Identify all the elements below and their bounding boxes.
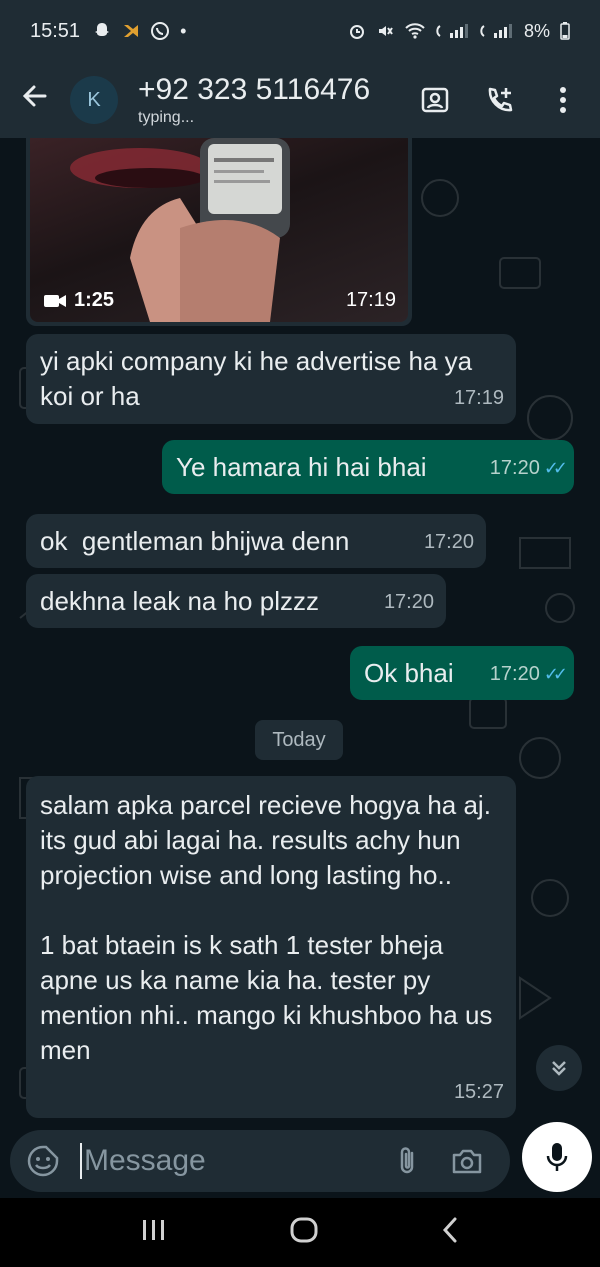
contact-name: +92 323 5116476 [138, 73, 371, 106]
home-button[interactable] [289, 1216, 319, 1249]
scroll-to-bottom-button[interactable] [536, 1045, 582, 1091]
status-bar: 15:51 • 8% [0, 0, 600, 62]
message-time: 17:20 [423, 531, 474, 553]
snapchat-icon [95, 23, 110, 36]
wifi-icon [405, 23, 425, 39]
message-text: Ye hamara hi hai bhai [176, 452, 427, 482]
message-time: 15:27 [453, 1081, 504, 1103]
notification-icons: • [92, 21, 186, 42]
video-duration: 1:25 [44, 289, 114, 312]
back-button[interactable] [0, 82, 70, 118]
video-thumbnail[interactable]: 1:25 17:19 [30, 138, 408, 322]
recent-apps-button[interactable] [141, 1218, 167, 1247]
camera-icon[interactable] [450, 1144, 484, 1178]
arrow-left-icon [22, 85, 47, 107]
message-text: yi apki company ki he advertise ha ya ko… [40, 346, 473, 411]
voice-message-button[interactable] [522, 1122, 592, 1192]
chat-header: K +92 323 5116476 typing... [0, 62, 600, 138]
back-nav-button[interactable] [441, 1216, 459, 1249]
battery-icon [560, 22, 570, 40]
message-time: 17:19 [453, 387, 504, 409]
message-time: 17:20 [383, 591, 434, 613]
message-text: salam apka parcel recieve hogya ha aj. i… [40, 790, 493, 1065]
message-outgoing[interactable]: Ok bhai 17:20 ✓✓ [350, 646, 574, 700]
message-outgoing[interactable]: Ye hamara hi hai bhai 17:20 ✓✓ [162, 440, 574, 494]
read-ticks-icon: ✓✓ [543, 664, 568, 684]
battery-text: 8% [523, 20, 550, 41]
alarm-icon [349, 25, 364, 39]
text-cursor [80, 1143, 82, 1179]
emoji-sticker-icon[interactable] [26, 1144, 60, 1178]
signal-2-icon [480, 24, 512, 38]
message-incoming[interactable]: yi apki company ki he advertise ha ya ko… [26, 334, 516, 424]
contact-status: typing... [138, 109, 195, 126]
message-text: ok gentleman bhijwa denn [40, 526, 350, 556]
microphone-icon [546, 1143, 568, 1171]
more-options-button[interactable] [548, 85, 578, 115]
app-notification-icon [124, 25, 139, 37]
composer-bar: Message [0, 1122, 600, 1198]
signal-1-icon [436, 24, 468, 38]
voice-call-button[interactable] [484, 85, 514, 115]
message-incoming[interactable]: ok gentleman bhijwa denn 17:20 [26, 514, 486, 568]
video-message[interactable]: 1:25 17:19 [26, 138, 412, 326]
date-separator: Today [255, 720, 343, 760]
video-camera-icon [44, 294, 66, 307]
message-input[interactable]: Message [84, 1144, 390, 1178]
mute-icon [378, 26, 393, 36]
dot-icon: • [180, 20, 187, 41]
chevron-left-icon [442, 1217, 457, 1243]
whatsapp-icon [151, 22, 170, 40]
more-vertical-icon [560, 87, 566, 113]
message-text: Ok bhai [364, 658, 454, 688]
paperclip-icon[interactable] [390, 1144, 424, 1178]
message-composer[interactable]: Message [10, 1130, 510, 1192]
message-time: 17:19 [345, 289, 396, 311]
message-incoming[interactable]: dekhna leak na ho plzzz 17:20 [26, 574, 446, 628]
message-text: dekhna leak na ho plzzz [40, 586, 319, 616]
video-call-button[interactable] [420, 85, 450, 115]
home-icon [290, 1217, 318, 1243]
recent-apps-icon [143, 1220, 164, 1240]
contact-info[interactable]: +92 323 5116476 typing... [138, 73, 420, 127]
chat-area[interactable]: 1:25 17:19 yi apki company ki he adverti… [0, 138, 600, 1128]
message-time: 17:20 [489, 663, 540, 685]
system-navigation-bar [0, 1198, 600, 1267]
message-time: 17:20 [489, 457, 540, 479]
video-call-icon [421, 87, 449, 113]
phone-add-icon [488, 87, 513, 112]
system-status-icons: 8% [348, 21, 570, 42]
message-incoming[interactable]: salam apka parcel recieve hogya ha aj. i… [26, 776, 516, 1118]
avatar[interactable]: K [70, 76, 118, 124]
double-chevron-down-icon [552, 1061, 566, 1076]
read-ticks-icon: ✓✓ [543, 458, 568, 478]
status-time: 15:51 [30, 19, 81, 42]
